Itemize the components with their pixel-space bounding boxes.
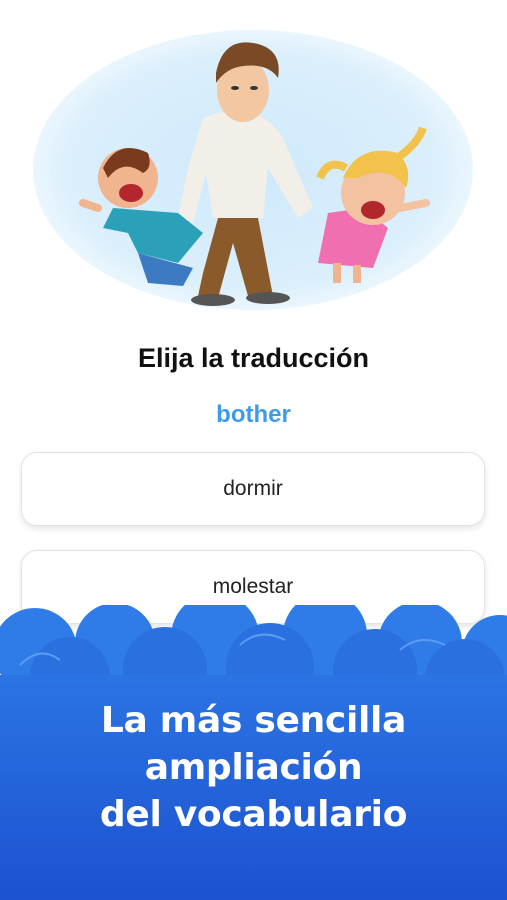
- answer-option-dormir[interactable]: dormir: [21, 452, 485, 526]
- target-word: bother: [216, 401, 291, 428]
- tagline-line: La más sencilla: [100, 700, 407, 741]
- tagline-line: ampliación: [144, 747, 363, 788]
- father-children-illustration: [33, 30, 473, 310]
- answer-option-label: dormir: [223, 477, 283, 500]
- tagline-line: del vocabulario: [99, 794, 408, 835]
- illustration: [28, 28, 479, 318]
- promo-tagline: La más sencilla ampliación del vocabular…: [0, 697, 507, 838]
- question-title: Elija la traducción: [137, 343, 370, 373]
- answer-option-label: molestar: [212, 575, 294, 598]
